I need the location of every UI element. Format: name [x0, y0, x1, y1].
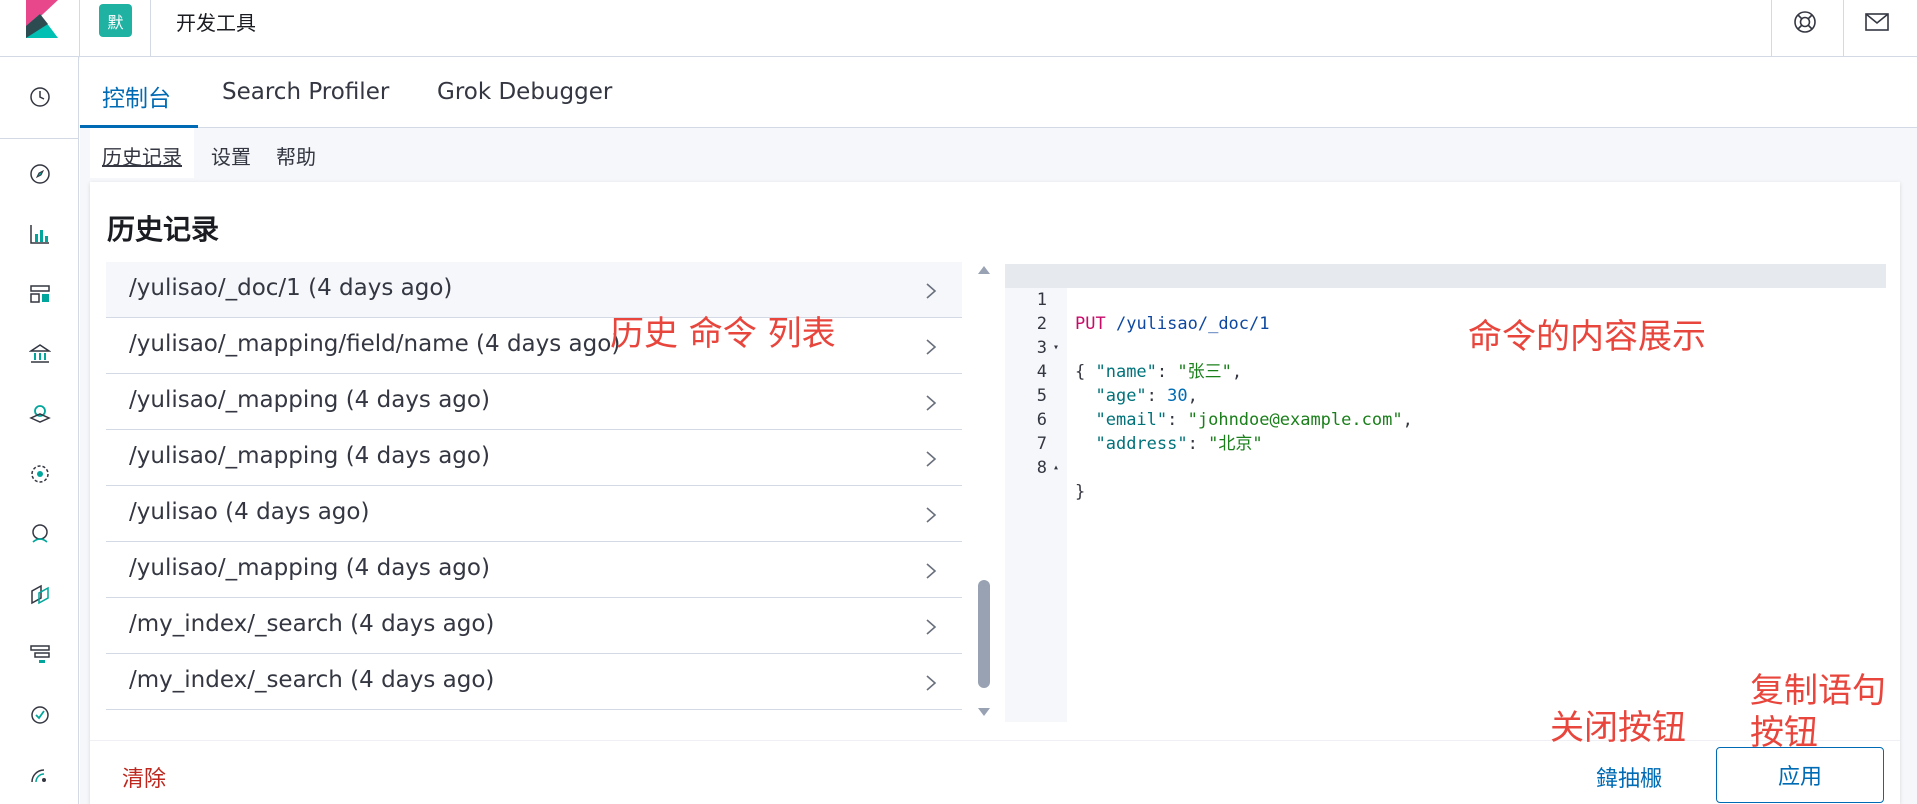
code-line: 2 ▾ {	[1036, 314, 1086, 382]
history-item[interactable]: /my_index/_search (4 days ago)	[106, 598, 962, 654]
scroll-thumb[interactable]	[978, 580, 990, 688]
nav-separator	[0, 138, 79, 139]
help-lifebuoy-icon[interactable]	[1791, 8, 1819, 36]
history-item-label: /yulisao/_mapping (4 days ago)	[129, 387, 490, 413]
uptime-icon[interactable]	[26, 700, 54, 728]
chevron-right-icon	[926, 507, 937, 523]
code-line: 1 PUT /yulisao/_doc/1	[1005, 264, 1886, 334]
space-avatar[interactable]: 默	[99, 4, 132, 37]
apply-button[interactable]: 应用	[1716, 747, 1884, 803]
history-item[interactable]: /my_index/_search (4 days ago)	[106, 654, 962, 710]
code-line: 5 "email": "johndoe@example.com",	[1036, 386, 1413, 430]
chevron-right-icon	[926, 451, 937, 467]
chevron-right-icon	[926, 283, 937, 299]
annotation-copy-button: 复制语句 按钮	[1750, 671, 1886, 753]
subnav-settings[interactable]: 设置	[211, 141, 251, 170]
history-scrollbar[interactable]	[974, 264, 994, 720]
request-preview: 1 PUT /yulisao/_doc/1 2 ▾ { 3 "name": "张…	[1005, 264, 1886, 722]
side-nav	[0, 57, 79, 804]
chevron-right-icon	[926, 339, 937, 355]
header-divider	[1771, 0, 1772, 57]
app-title: 开发工具	[176, 11, 256, 35]
history-item-label: /yulisao/_mapping (4 days ago)	[129, 443, 490, 469]
history-item-label: /yulisao/_mapping/field/name (4 days ago…	[129, 331, 621, 357]
history-item-label: /my_index/_search (4 days ago)	[129, 667, 495, 693]
history-item[interactable]: /yulisao/_mapping (4 days ago)	[106, 430, 962, 486]
history-item-label: /yulisao/_doc/1 (4 days ago)	[129, 275, 453, 301]
maps-icon[interactable]	[26, 400, 54, 428]
siem-icon[interactable]	[26, 760, 54, 788]
main-area: 控制台 Search Profiler Grok Debugger 历史记录 设…	[80, 57, 1917, 804]
annotation-command-content: 命令的内容展示	[1468, 317, 1706, 357]
recently-viewed-clock-icon[interactable]	[26, 83, 54, 111]
code-line: 8	[1036, 458, 1047, 478]
history-item-label: /yulisao/_mapping (4 days ago)	[129, 555, 490, 581]
kibana-logo-icon[interactable]	[26, 0, 58, 38]
history-item-label: /yulisao (4 days ago)	[129, 499, 370, 525]
history-item[interactable]: /yulisao/_doc/1 (4 days ago)	[106, 262, 962, 318]
console-subnav: 历史记录 设置 帮助	[80, 128, 1917, 178]
top-header: 默 开发工具	[0, 0, 1917, 57]
annotation-close-button: 关闭按钮	[1550, 708, 1686, 748]
mail-icon[interactable]	[1863, 8, 1891, 36]
scroll-up-arrow-icon[interactable]	[978, 266, 990, 274]
annotation-history-list: 历史 命令 列表	[610, 314, 836, 354]
history-item[interactable]: /yulisao (4 days ago)	[106, 486, 962, 542]
header-divider	[150, 0, 151, 57]
history-item[interactable]: /yulisao/_mapping (4 days ago)	[106, 374, 962, 430]
apm-icon[interactable]	[26, 640, 54, 668]
infrastructure-icon[interactable]	[26, 520, 54, 548]
subnav-history[interactable]: 历史记录	[102, 141, 182, 170]
chevron-right-icon	[926, 675, 937, 691]
subnav-help[interactable]: 帮助	[276, 141, 316, 170]
code-line: 6 "address": "北京"	[1036, 410, 1263, 454]
chevron-right-icon	[926, 563, 937, 579]
history-item[interactable]: /yulisao/_mapping (4 days ago)	[106, 542, 962, 598]
logs-icon[interactable]	[26, 580, 54, 608]
code-line: 4 "age": 30,	[1036, 362, 1198, 406]
tab-search-profiler[interactable]: Search Profiler	[222, 79, 389, 105]
close-button[interactable]: 鍏抽棴	[1596, 761, 1662, 793]
discover-compass-icon[interactable]	[26, 160, 54, 188]
chevron-right-icon	[926, 395, 937, 411]
tab-grok-debugger[interactable]: Grok Debugger	[437, 79, 612, 105]
header-divider	[79, 0, 80, 57]
clear-history-button[interactable]: 清除	[122, 761, 166, 793]
history-item-label: /my_index/_search (4 days ago)	[129, 611, 495, 637]
dashboard-icon[interactable]	[26, 280, 54, 308]
chevron-right-icon	[926, 619, 937, 635]
panel-footer: 清除 鍏抽棴 应用	[90, 740, 1900, 804]
header-divider	[1843, 0, 1844, 57]
code-line: 3 "name": "张三",	[1036, 338, 1243, 382]
machine-learning-icon[interactable]	[26, 460, 54, 488]
canvas-icon[interactable]	[26, 340, 54, 368]
tab-console[interactable]: 控制台	[102, 79, 171, 113]
panel-title: 历史记录	[107, 213, 220, 246]
visualize-chart-icon[interactable]	[26, 220, 54, 248]
tab-bar: 控制台 Search Profiler Grok Debugger	[80, 57, 1917, 128]
code-line: 7 ▴ }	[1036, 434, 1086, 502]
scroll-down-arrow-icon[interactable]	[978, 708, 990, 716]
